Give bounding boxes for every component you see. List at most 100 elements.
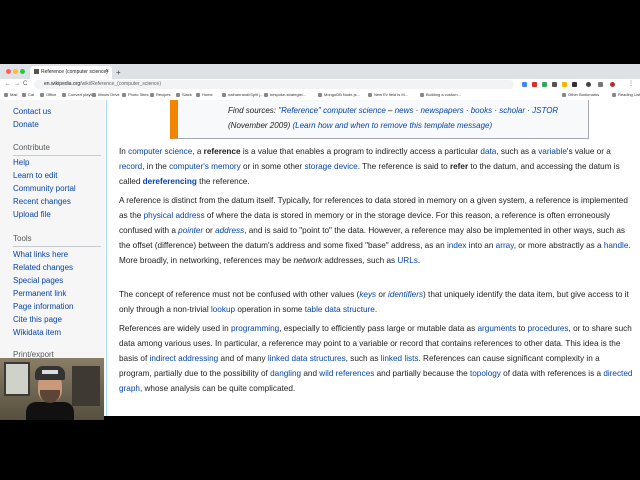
link-wild-references[interactable]: wild references xyxy=(319,369,374,378)
link-identifiers[interactable]: identifiers xyxy=(388,290,423,299)
bookmark-label: Mail xyxy=(10,92,18,97)
find-sources-jstor-link[interactable]: JSTOR xyxy=(532,106,558,115)
bookmark-item[interactable]: bespoke-strategie/... xyxy=(264,90,306,100)
bookmark-label: Home xyxy=(202,92,213,97)
sidebar-link-permanent-link[interactable]: Permanent link xyxy=(13,289,66,298)
sidebar-link-cite-this-page[interactable]: Cite this page xyxy=(13,315,62,324)
link-data[interactable]: data xyxy=(480,147,496,156)
bookmark-item[interactable]: Convert playlist xyxy=(62,90,95,100)
menu-icon[interactable]: ⋮ xyxy=(628,79,634,90)
minimize-window-icon[interactable] xyxy=(13,69,18,74)
bookmark-item[interactable]: Recipes xyxy=(150,90,170,100)
link-record[interactable]: record xyxy=(119,162,142,171)
profile-avatar-icon[interactable] xyxy=(586,82,591,87)
link-programming[interactable]: programming xyxy=(231,324,279,333)
link-storage-device[interactable]: storage device xyxy=(304,162,357,171)
new-tab-button[interactable]: + xyxy=(116,66,121,79)
tab-active[interactable]: Reference (computer science) × xyxy=(30,66,112,79)
sidebar-link-what-links-here[interactable]: What links here xyxy=(13,250,68,259)
bookmark-icon xyxy=(368,92,372,97)
bookmark-item[interactable]: nathanrandi/Split j... xyxy=(222,90,263,100)
tab-bar: Reference (computer science) × + xyxy=(0,64,640,79)
bookmark-item[interactable]: Mail xyxy=(4,90,17,100)
learn-how-to-remove-link[interactable]: (Learn how and when to remove this templ… xyxy=(292,121,492,130)
link-indirect-addressing[interactable]: indirect addressing xyxy=(150,354,219,363)
link-dereferencing[interactable]: dereferencing xyxy=(143,177,197,186)
screen-bottom-margin xyxy=(0,416,640,480)
bookmark-item[interactable]: Office xyxy=(40,90,56,100)
find-sources-query-link[interactable]: "Reference" computer science xyxy=(278,106,386,115)
extensions-puzzle-icon[interactable] xyxy=(598,82,603,87)
sidebar-link-learn-to-edit[interactable]: Learn to edit xyxy=(13,171,57,180)
sidebar-link-contact-us[interactable]: Contact us xyxy=(13,107,51,116)
bookmark-icon xyxy=(62,92,66,97)
bookmark-icon xyxy=(4,92,8,97)
find-sources-newspapers-link[interactable]: newspapers xyxy=(420,106,463,115)
sidebar-link-upload-file[interactable]: Upload file xyxy=(13,210,51,219)
find-sources-news-link[interactable]: news xyxy=(395,106,414,115)
link-dangling[interactable]: dangling xyxy=(270,369,301,378)
address-bar[interactable]: en.wikipedia.org/wiki/Reference_(compute… xyxy=(34,80,514,89)
bookmark-item[interactable]: Other Bookmarks xyxy=(562,90,599,100)
sidebar-link-related-changes[interactable]: Related changes xyxy=(13,263,73,272)
sidebar-link-wikidata-item[interactable]: Wikidata item xyxy=(13,328,61,337)
bookmark-item[interactable]: Illinois Drive xyxy=(92,90,120,100)
bookmark-item[interactable]: Home xyxy=(196,90,213,100)
link-linked-lists[interactable]: linked lists xyxy=(381,354,419,363)
bookmark-icon xyxy=(222,92,226,97)
extension-icon[interactable] xyxy=(562,82,567,87)
forward-button[interactable]: → xyxy=(14,79,20,90)
sidebar-link-recent-changes[interactable]: Recent changes xyxy=(13,197,71,206)
bookmark-item[interactable]: Slack xyxy=(176,90,192,100)
link-urls[interactable]: URLs xyxy=(397,256,417,265)
find-sources-books-link[interactable]: books xyxy=(471,106,492,115)
sidebar-link-page-information[interactable]: Page information xyxy=(13,302,73,311)
link-computer-science[interactable]: computer science xyxy=(128,147,192,156)
link-lookup[interactable]: lookup xyxy=(211,305,235,314)
find-sources-scholar-link[interactable]: scholar xyxy=(499,106,525,115)
extension-icon[interactable] xyxy=(572,82,577,87)
bookmark-label: Cal xyxy=(28,92,35,97)
sidebar-link-donate[interactable]: Donate xyxy=(13,120,39,129)
bookmark-item[interactable]: Reading List xyxy=(612,90,640,100)
bookmark-item[interactable]: Cal xyxy=(22,90,34,100)
link-arguments[interactable]: arguments xyxy=(477,324,516,333)
link-variable[interactable]: variable xyxy=(538,147,567,156)
link-directed-graph[interactable]: directed graph xyxy=(119,369,632,393)
link-index[interactable]: index xyxy=(447,241,467,250)
bookmark-item[interactable]: Photo Sites xyxy=(122,90,148,100)
browser-chrome: Reference (computer science) × + ← → C e… xyxy=(0,64,640,101)
link-address[interactable]: address xyxy=(215,226,244,235)
sidebar-divider xyxy=(13,246,101,247)
link-physical-address[interactable]: physical address xyxy=(144,211,205,220)
sidebar-heading-contribute: Contribute xyxy=(13,143,50,152)
close-window-icon[interactable] xyxy=(6,69,11,74)
bookmark-icon xyxy=(318,92,322,97)
link-handle[interactable]: handle xyxy=(604,241,629,250)
maximize-window-icon[interactable] xyxy=(20,69,25,74)
link-pointer[interactable]: pointer xyxy=(178,226,203,235)
link-table-data-structure[interactable]: table data structure xyxy=(305,305,375,314)
sidebar-link-help[interactable]: Help xyxy=(13,158,29,167)
back-button[interactable]: ← xyxy=(5,79,11,90)
extension-icon[interactable] xyxy=(522,82,527,87)
link-keys[interactable]: keys xyxy=(359,290,376,299)
extension-icon[interactable] xyxy=(552,82,557,87)
reload-button[interactable]: C xyxy=(23,79,27,90)
bookmark-item[interactable]: MongoDB Node.js... xyxy=(318,90,360,100)
link-topology[interactable]: topology xyxy=(470,369,501,378)
address-row: ← → C en.wikipedia.org/wiki/Reference_(c… xyxy=(0,79,640,90)
sidebar-link-community-portal[interactable]: Community portal xyxy=(13,184,76,193)
extension-icon[interactable] xyxy=(542,82,547,87)
bookmark-item[interactable]: New Ev field is M... xyxy=(368,90,408,100)
link-procedures[interactable]: procedures xyxy=(528,324,569,333)
extension-icon[interactable] xyxy=(532,82,537,87)
link-array[interactable]: array xyxy=(496,241,514,250)
tab-close-icon[interactable]: × xyxy=(105,66,109,79)
bookmark-icon xyxy=(562,92,566,97)
bookmark-item[interactable]: Building a custom... xyxy=(420,90,461,100)
sidebar-link-special-pages[interactable]: Special pages xyxy=(13,276,63,285)
account-avatar-icon[interactable] xyxy=(610,82,615,87)
link-computer-memory[interactable]: computer's memory xyxy=(169,162,241,171)
link-linked-data-structures[interactable]: linked data structures xyxy=(268,354,346,363)
